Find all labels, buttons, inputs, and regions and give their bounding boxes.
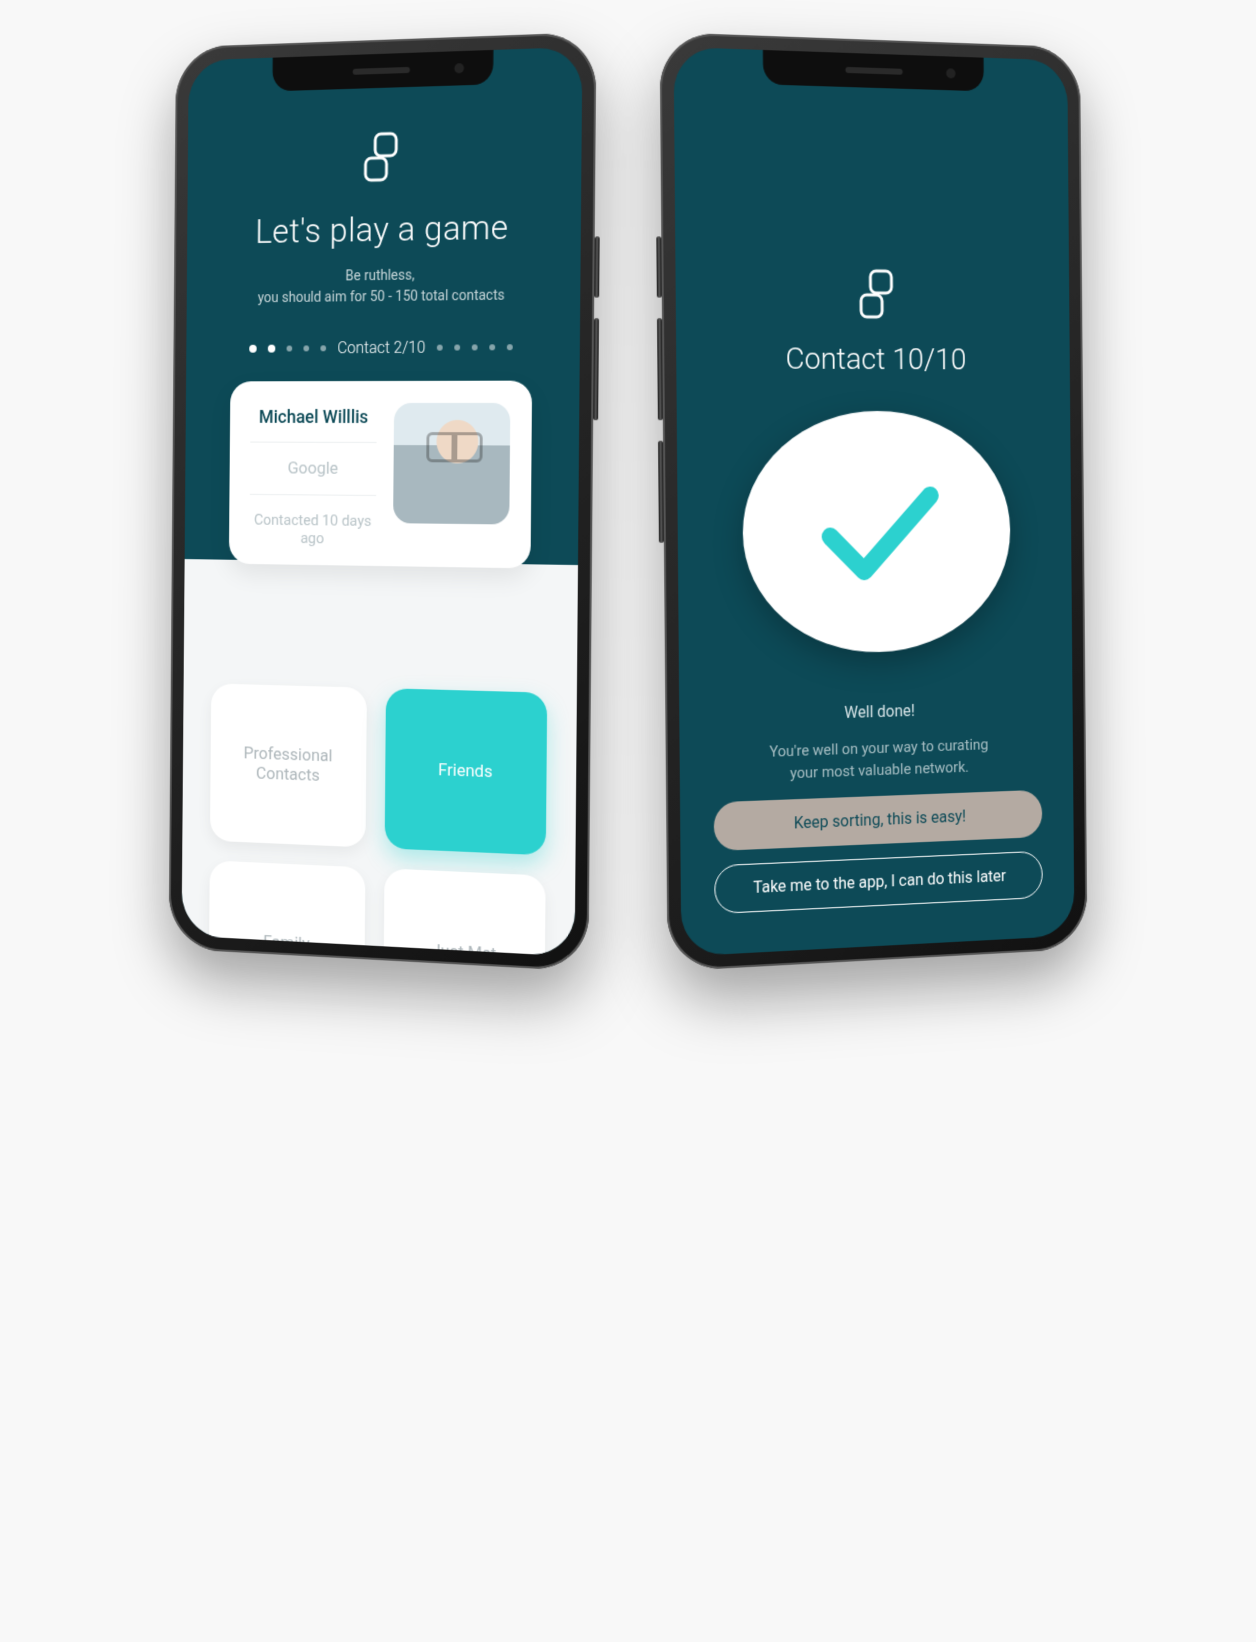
page-title: Let's play a game [211,207,555,253]
phone-notch [763,50,984,91]
success-check-icon [742,411,1011,655]
category-family[interactable]: Family [209,860,366,956]
phone-notch [272,50,493,91]
pager-label: Contact 2/10 [337,338,425,358]
success-message: You're well on your way to curating your… [769,733,988,786]
phone-mockup-right: Contact 10/10 Well done! You're well on … [660,32,1088,971]
app-screen-done: Contact 10/10 Well done! You're well on … [674,47,1075,957]
success-heading: Well done! [844,700,915,721]
contact-last-contacted: Contacted 10 days ago [249,495,376,548]
category-professional-contacts[interactable]: Professional Contacts [210,683,367,847]
app-logo-icon [212,117,556,196]
go-to-app-button[interactable]: Take me to the app, I can do this later [714,850,1043,914]
category-grid: Professional Contacts Friends Family Jus… [182,657,578,956]
phone-mockup-left: Let's play a game Be ruthless, you shoul… [169,32,597,971]
app-logo-icon [857,264,896,325]
contact-name: Michael Willlis [250,403,377,443]
contact-company: Google [250,443,377,496]
progress-pager: Contact 2/10 [210,337,554,358]
keep-sorting-button[interactable]: Keep sorting, this is easy! [714,789,1043,850]
page-subtitle: Be ruthless, you should aim for 50 - 150… [211,264,555,310]
category-friends[interactable]: Friends [385,688,548,855]
contact-card: Michael Willlis Google Contacted 10 days… [229,381,532,569]
app-screen-game: Let's play a game Be ruthless, you shoul… [182,47,583,957]
page-title: Contact 10/10 [785,342,966,378]
category-just-met[interactable]: Just Met [383,868,546,956]
contact-avatar [393,403,510,525]
